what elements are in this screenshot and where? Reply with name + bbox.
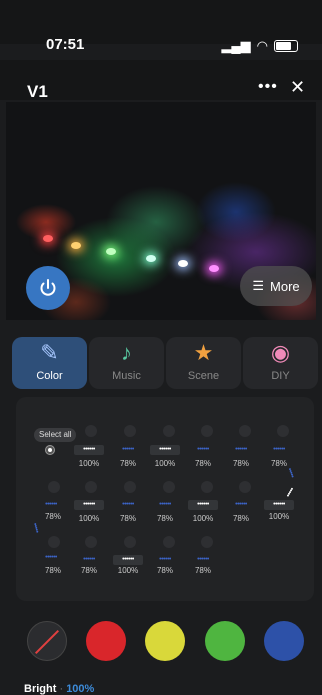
segment-select-dot[interactable] [85,425,97,437]
segment-select-dot[interactable] [201,425,213,437]
segment-bar[interactable]: •••••• [188,500,218,510]
segment-bar[interactable]: •••••• [113,445,143,455]
tab-scene[interactable]: ★ Scene [166,337,241,389]
close-icon[interactable]: ✕ [290,77,305,98]
segment-select-dot[interactable] [85,481,97,493]
segment-select-dot[interactable] [201,481,213,493]
segment-brightness: 78% [156,566,173,575]
power-button[interactable] [26,266,70,310]
segment-brightness: 78% [194,566,211,575]
segment-select-dot[interactable] [85,536,97,548]
status-time: 07:51 [46,36,85,53]
segment-brightness: 78% [80,566,97,575]
segment-brightness: 78% [119,459,136,468]
segment-bar[interactable]: •••••• [150,500,180,510]
segment-brightness: 100% [154,459,176,468]
segment-bar[interactable]: •••••• [264,445,294,455]
segment-bar[interactable]: •••••• [150,445,180,455]
segment-select-dot[interactable] [48,481,60,493]
swatch-no-color[interactable] [27,621,67,661]
tab-color[interactable]: ✎ Color [12,337,87,389]
swatch-yellow[interactable] [145,621,185,661]
segment-select-dot[interactable] [124,481,136,493]
segment-brightness: 78% [44,566,61,575]
segment-brightness: 100% [268,512,290,521]
swatch-red[interactable] [86,621,126,661]
page-title: V1 [27,82,48,101]
segment-select-dot[interactable] [163,536,175,548]
light-bulb [106,248,116,255]
tab-label: Music [112,370,141,382]
segment-brightness: 78% [156,514,173,523]
signal-icon: ▂▄▆ [221,38,251,53]
star-icon: ★ [193,340,214,365]
segment-bar[interactable]: •••••• [188,555,218,565]
power-icon [40,279,56,296]
segment-bar[interactable]: •••••• [36,553,66,563]
segment-brightness: 100% [78,514,100,523]
start-node [45,445,55,455]
segment-bar[interactable]: •••••• [226,500,256,510]
more-button[interactable]: ☰ More [240,266,312,306]
segment-select-dot[interactable] [163,425,175,437]
light-bulb [209,265,219,272]
segment-bar[interactable]: •••••• [74,555,104,565]
mode-tabs: ✎ Color ♪ Music ★ Scene ◉ DIY [12,337,318,389]
more-options-icon[interactable]: ••• [258,78,278,96]
tab-diy[interactable]: ◉ DIY [243,337,318,389]
segment-bar[interactable]: •••••• [74,445,104,455]
swatch-green[interactable] [205,621,245,661]
music-note-icon: ♪ [121,340,132,365]
segment-select-dot[interactable] [124,536,136,548]
segment-select-dot[interactable] [124,425,136,437]
wifi-icon: ◠ [256,38,268,53]
segment-bar[interactable]: •••••• [226,445,256,455]
segment-bar[interactable]: •••••• [36,500,66,510]
brightness-value: 100% [66,683,95,695]
segment-brightness: 78% [194,459,211,468]
segment-bar[interactable]: •••••• [74,500,104,510]
segment-bar[interactable]: •••••• [150,555,180,565]
light-bulb [146,255,156,262]
light-bulb [71,242,81,249]
segment-select-dot[interactable] [163,481,175,493]
segment-select-dot[interactable] [239,481,251,493]
light-bulb [43,235,53,242]
light-bulb [178,260,188,267]
brightness-title: Bright [24,683,57,695]
sliders-icon: ☰ [252,278,265,293]
color-swatches [27,621,307,663]
segment-brightness: 100% [78,459,100,468]
battery-icon [274,40,298,52]
more-button-label: More [270,278,300,294]
segment-bar[interactable]: •••••• [188,445,218,455]
segment-bar[interactable]: •••••• [113,500,143,510]
segment-brightness: 78% [119,514,136,523]
pen-icon: ✎ [40,340,59,365]
segment-select-dot[interactable] [201,536,213,548]
segment-brightness: 78% [44,512,61,521]
segment-bar[interactable]: •••••• [264,500,294,510]
palette-icon: ◉ [270,340,291,365]
tab-label: DIY [271,370,290,382]
segment-select-dot[interactable] [48,536,60,548]
status-icons: ▂▄▆ ◠ [221,38,298,54]
segment-select-dot[interactable] [239,425,251,437]
segment-brightness: 78% [232,514,249,523]
swatch-blue[interactable] [264,621,304,661]
segment-brightness: 100% [117,566,139,575]
tab-music[interactable]: ♪ Music [89,337,164,389]
tab-label: Color [36,370,63,382]
segment-brightness: 78% [232,459,249,468]
brightness-label: Bright · 100% [24,683,95,695]
tab-label: Scene [187,370,220,382]
segment-bar[interactable]: •••••• [113,555,143,565]
segment-select-dot[interactable] [277,425,289,437]
segment-brightness: 100% [192,514,214,523]
select-all-button[interactable]: Select all [34,428,77,442]
